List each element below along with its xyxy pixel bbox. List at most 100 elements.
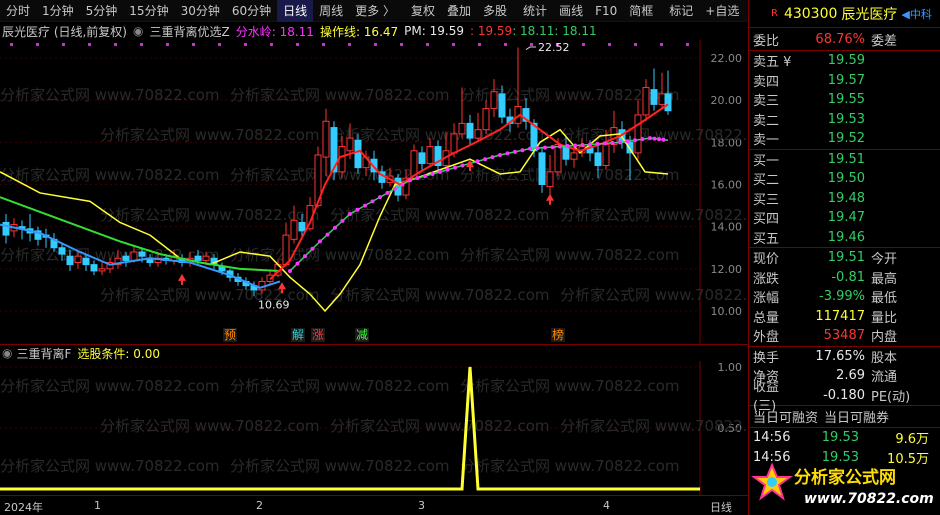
v1-value: : 19.59 — [469, 24, 513, 38]
toolbar-item[interactable]: 分时 — [0, 0, 36, 22]
watermark: 分析家公式网 www.70822.com — [230, 457, 450, 475]
toolbar-item[interactable]: 周线 — [313, 0, 349, 22]
time-axis: 2024年 1 2 3 4 日线 — [0, 495, 748, 515]
top-marker — [400, 43, 403, 46]
mag-dot — [648, 136, 652, 141]
sub-indicator-chart[interactable]: 1.000.50分析家公式网 www.70822.com 分析家公式网 www.7… — [0, 361, 748, 495]
top-marker — [322, 43, 325, 46]
ask-list: 卖五 ¥ 19.59 卖四 19.57 卖三 19.55 卖二 19.53 卖一 19.52 — [749, 50, 940, 149]
toolbar-item[interactable]: 复权 — [405, 0, 441, 22]
mag-dot — [603, 141, 607, 146]
top-marker — [114, 43, 117, 46]
candle-body — [98, 268, 106, 272]
candle-body — [546, 171, 554, 188]
sub-indicator-cond: 选股条件: 0.00 — [77, 346, 160, 361]
mag-dot — [430, 171, 435, 176]
site-logo: 分析家公式网 www.70822.com — [750, 462, 934, 507]
stat-row: 现价 19.51 今开 — [749, 248, 940, 268]
buy-arrow-icon — [178, 273, 186, 281]
stat-row-label: 涨幅 — [753, 291, 780, 307]
margin-a: 当日可融资 — [753, 411, 819, 426]
top-marker — [296, 43, 299, 46]
indicator-icon[interactable]: ◉ — [133, 24, 143, 38]
mag-dot — [453, 165, 457, 170]
toolbar-item[interactable]: 更多 〉 — [349, 0, 401, 22]
mag-dot — [483, 157, 487, 162]
watermark: 分析家公式网 www.70822.com — [560, 206, 748, 224]
mag-dot — [558, 144, 562, 149]
mag-dot — [565, 144, 570, 149]
toolbar-item[interactable]: 叠加 — [441, 0, 477, 22]
ask-row-label: 卖一 — [753, 133, 780, 149]
period-label[interactable]: 日线 — [710, 499, 732, 515]
quote-panel: R 430300 辰光医疗 ◀中科 委比 68.76% 委差 卖五 ¥ 19.59… — [748, 0, 940, 515]
toolbar-item[interactable]: 15分钟 — [123, 0, 174, 22]
toolbar-item[interactable]: +自选 — [699, 0, 745, 22]
toolbar-item[interactable]: 30分钟 — [175, 0, 226, 22]
signal-label: 预 — [224, 328, 236, 342]
candle-body — [594, 152, 602, 167]
toolbar-item[interactable]: 画线 — [553, 0, 589, 22]
mag-dot — [438, 169, 442, 174]
candle-body — [346, 137, 354, 152]
top-marker — [244, 43, 247, 46]
xaxis-month-4: 4 — [603, 499, 610, 512]
stat-row-label: 现价 — [753, 252, 780, 268]
top-marker — [348, 43, 351, 46]
stat2-row-value: -0.180 — [823, 387, 865, 403]
mag-dot — [460, 163, 465, 168]
stat2-row-label: 换手 — [753, 350, 780, 366]
candle-body — [458, 122, 466, 135]
stock-tag[interactable]: ◀中科 — [901, 6, 931, 22]
watermark: 分析家公式网 www.70822.com — [560, 286, 748, 304]
sub-indicator-icon[interactable]: ◉ — [2, 346, 12, 360]
candlestick-chart[interactable]: 22.0020.0018.0016.0014.0012.0010.00分析家公式… — [0, 40, 748, 344]
v2-value: : 18.11 — [512, 24, 555, 38]
toolbar-item[interactable]: 多股 — [477, 0, 513, 22]
ask-row-value: 19.52 — [827, 131, 865, 147]
mag-dot — [550, 145, 555, 150]
signal-label: 涨 — [312, 327, 324, 342]
ask-row: 卖四 19.57 — [749, 71, 940, 91]
mag-dot — [355, 207, 360, 212]
logo-main-text: 分析家公式网 — [794, 467, 896, 488]
xaxis-month-2: 2 — [256, 499, 263, 512]
watermark: 分析家公式网 www.70822.com — [0, 377, 220, 395]
top-marker — [166, 43, 169, 46]
indicator-name[interactable]: 三重背离优选Z — [149, 23, 229, 40]
xaxis-month-3: 3 — [418, 499, 425, 512]
sub-indicator-name[interactable]: 三重背离F — [16, 345, 71, 362]
tick-vol: 9.6万 — [895, 432, 929, 448]
toolbar-item[interactable]: 日线 — [277, 0, 314, 22]
watermark: 分析家公式网 www.70822.com — [460, 166, 680, 184]
ratio-label: 委比 — [753, 33, 780, 49]
top-marker — [686, 43, 689, 46]
watermark: 分析家公式网 www.70822.com — [230, 86, 450, 104]
fsl-value: 分水岭: 18.11 — [235, 24, 314, 39]
mag-dot — [400, 182, 405, 187]
toolbar-item[interactable]: 简框 — [623, 0, 659, 22]
low-label: 10.69 — [258, 298, 290, 311]
mag-dot — [535, 146, 540, 151]
mag-dot — [445, 167, 450, 172]
top-marker — [374, 43, 377, 46]
toolbar-item[interactable]: 标记 — [663, 0, 699, 22]
mag-dot — [475, 159, 480, 164]
price-tick: 20.00 — [711, 94, 743, 107]
toolbar-item[interactable]: 统计 — [517, 0, 553, 22]
bid-row: 买一 19.51 — [749, 150, 940, 170]
toolbar-item[interactable]: F10 — [589, 0, 623, 22]
top-marker — [140, 43, 143, 46]
stat2-row-value: 2.69 — [836, 368, 865, 384]
stat-row-value: 19.51 — [827, 250, 865, 266]
signal-label: 解 — [292, 328, 304, 342]
bid-row: 买三 19.48 — [749, 189, 940, 209]
buy-arrow-icon — [181, 280, 183, 285]
bid-row-value: 19.51 — [827, 151, 865, 167]
quote-header: R 430300 辰光医疗 ◀中科 — [749, 0, 940, 28]
candle-body — [642, 87, 650, 116]
toolbar-item[interactable]: 1分钟 — [36, 0, 80, 22]
toolbar-item[interactable]: 60分钟 — [226, 0, 277, 22]
toolbar-item[interactable]: 5分钟 — [80, 0, 124, 22]
candle-body — [418, 152, 426, 164]
